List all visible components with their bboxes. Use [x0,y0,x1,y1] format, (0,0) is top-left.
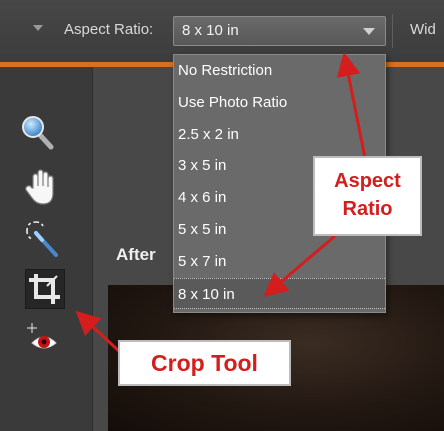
dropdown-option-8x10[interactable]: 8 x 10 in [174,277,385,310]
hand-icon [25,169,54,205]
options-divider [392,14,393,48]
editor-window: Aspect Ratio: 8 x 10 in Wid After No Res… [0,0,444,431]
aspect-ratio-callout: Aspect Ratio [313,156,422,236]
zoom-tool-button[interactable] [20,113,56,153]
tool-options-bar: Aspect Ratio: 8 x 10 in Wid [0,0,444,62]
zoom-icon [22,116,54,150]
toolbox-panel [0,67,93,431]
width-label: Wid [410,21,436,38]
aspect-ratio-value: 8 x 10 in [182,22,239,39]
chevron-down-icon[interactable] [363,28,375,35]
dropdown-option-2-5x2[interactable]: 2.5 x 2 in [174,119,385,151]
quick-selection-tool-button[interactable] [22,217,62,261]
crop-tool-callout: Crop Tool [118,340,291,386]
options-collapse-icon[interactable] [33,25,43,31]
aspect-ratio-select[interactable]: 8 x 10 in [173,16,386,46]
crop-tool-button[interactable] [25,269,65,309]
callout-aspect-line1: Aspect [334,170,401,192]
dropdown-option-use-photo-ratio[interactable]: Use Photo Ratio [174,87,385,119]
dropdown-option-no-restriction[interactable]: No Restriction [174,55,385,87]
hand-tool-button[interactable] [22,168,60,208]
dropdown-option-5x7[interactable]: 5 x 7 in [174,246,385,278]
aspect-ratio-label: Aspect Ratio: [64,21,154,38]
quick-selection-icon [26,221,58,257]
callout-aspect-line2: Ratio [342,198,393,220]
red-eye-removal-icon [27,323,57,349]
after-view-label: After [116,245,156,264]
crop-icon [29,274,60,304]
red-eye-removal-tool-button[interactable] [24,321,64,355]
